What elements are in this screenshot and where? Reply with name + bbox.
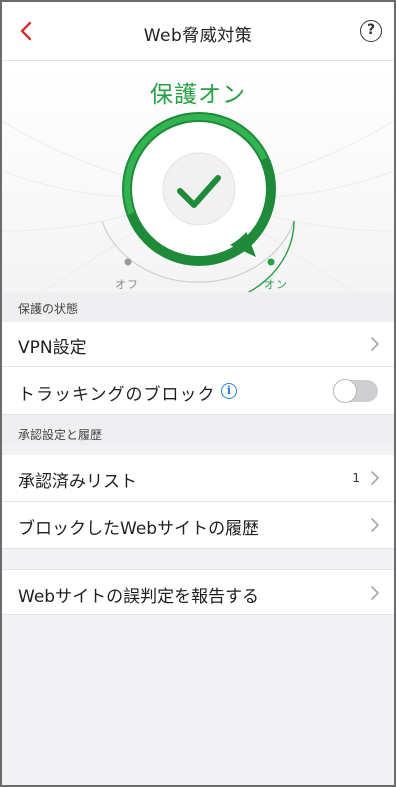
protection-status-panel: 保護オン オフ オン: [2, 61, 394, 292]
help-icon[interactable]: ?: [360, 20, 382, 42]
approved-list-label: 承認済みリスト: [18, 472, 137, 492]
nav-header: Web脅威対策 ?: [2, 2, 394, 61]
blocked-history-row[interactable]: ブロックしたWebサイトの履歴: [2, 502, 394, 549]
chevron-right-icon: [371, 518, 379, 532]
chevron-right-icon: [371, 586, 379, 600]
vpn-settings-label: VPN設定: [18, 338, 87, 358]
protected-check-icon: [122, 112, 276, 266]
protection-status-title: 保護オン: [150, 82, 246, 108]
tracking-block-toggle[interactable]: [333, 379, 378, 403]
report-misjudgment-label: Webサイトの誤判定を報告する: [18, 587, 260, 607]
off-label: オフ: [115, 278, 139, 291]
section-header-approval: 承認設定と履歴: [2, 415, 394, 445]
chevron-right-icon: [371, 471, 379, 485]
page-title: Web脅威対策: [143, 26, 253, 46]
on-label: オン: [264, 278, 288, 291]
chevron-right-icon: [371, 337, 379, 351]
report-misjudgment-row[interactable]: Webサイトの誤判定を報告する: [2, 569, 394, 615]
info-icon[interactable]: i: [221, 383, 237, 399]
toggle-knob: [333, 379, 357, 403]
off-marker: [124, 258, 132, 266]
approved-list-count: 1: [352, 471, 360, 485]
tracking-block-row: トラッキングのブロック i: [2, 367, 394, 415]
section-header-protection-state: 保護の状態: [2, 292, 394, 322]
vpn-settings-row[interactable]: VPN設定: [2, 322, 394, 367]
on-marker: [267, 258, 275, 266]
tracking-block-label: トラッキングのブロック: [18, 385, 216, 405]
app-screen: Web脅威対策 ? 保護オン オフ オン 保護の状態 VPN設定 トラッキングの…: [0, 0, 396, 787]
approved-list-row[interactable]: 承認済みリスト 1: [2, 455, 394, 502]
blocked-history-label: ブロックしたWebサイトの履歴: [18, 519, 260, 539]
